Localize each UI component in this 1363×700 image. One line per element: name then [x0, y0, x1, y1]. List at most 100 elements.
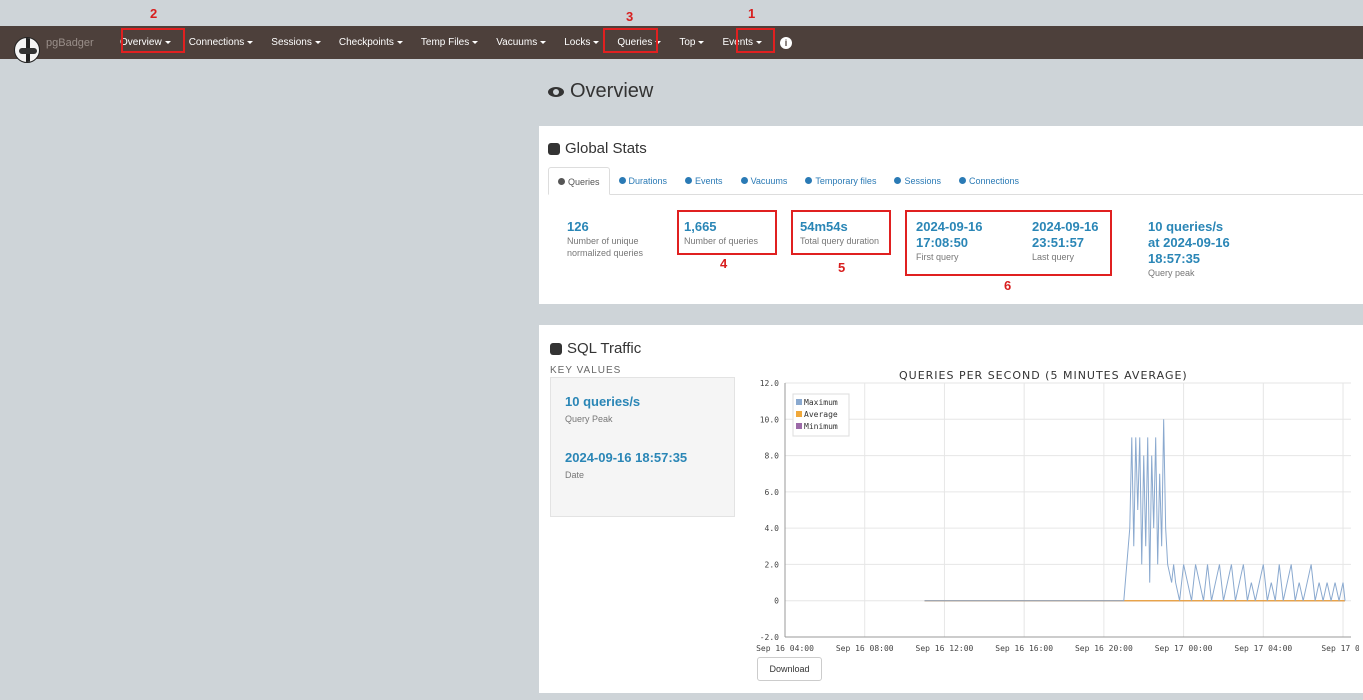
key-values-box: 10 queries/s Query Peak 2024-09-16 18:57…	[550, 377, 735, 517]
tab-temporary-files[interactable]: Temporary files	[796, 167, 885, 195]
caret-down-icon	[756, 41, 763, 44]
last-query-time: 23:51:57	[1032, 235, 1085, 250]
tab-label: Temporary files	[815, 176, 877, 186]
tab-vacuums[interactable]: Vacuums	[732, 167, 797, 195]
annotation-number: 5	[838, 260, 846, 275]
series-line-maximum	[924, 419, 1346, 602]
caret-down-icon	[314, 41, 321, 44]
peak-date-value: 2024-09-16 18:57:35	[565, 450, 688, 465]
last-query-date: 2024-09-16	[1032, 219, 1099, 234]
nav-label: Temp Files	[420, 37, 470, 48]
key-values-label: KEY VALUES	[550, 365, 622, 376]
brand-name: pgBadger	[46, 36, 94, 49]
unique-queries-label: Number of unique	[567, 236, 639, 246]
nav-sessions[interactable]: Sessions	[265, 33, 327, 52]
stat-query-peak: 10 queries/s at 2024-09-16 18:57:35 Quer…	[1148, 219, 1230, 279]
num-queries-label: Number of queries	[684, 236, 759, 246]
nav-label: Sessions	[271, 37, 312, 48]
download-button[interactable]: Download	[757, 657, 822, 681]
tab-queries[interactable]: Queries	[548, 167, 610, 195]
nav-locks[interactable]: Locks	[558, 33, 605, 52]
caret-down-icon	[396, 41, 403, 44]
nav-label: Overview	[120, 37, 162, 48]
unique-queries-value: 126	[567, 219, 589, 234]
query-peak-line2: at 2024-09-16	[1148, 235, 1230, 250]
nav-queries[interactable]: Queries	[611, 33, 667, 52]
y-tick-label: 4.0	[765, 524, 780, 533]
caret-down-icon	[698, 41, 705, 44]
x-tick-label: Sep 16 08:00	[836, 644, 894, 653]
tab-icon	[805, 177, 813, 184]
first-query-time: 17:08:50	[916, 235, 969, 250]
caret-down-icon	[655, 41, 662, 44]
x-tick-label: Sep 16 20:00	[1075, 644, 1133, 653]
tab-label: Queries	[568, 177, 600, 187]
last-query-label: Last query	[1032, 252, 1075, 262]
nav-overview[interactable]: Overview	[114, 33, 177, 52]
tab-icon	[740, 177, 748, 184]
annotation-number: 4	[720, 256, 728, 271]
dashboard-icon	[548, 142, 560, 155]
x-tick-label: Sep 16 04:00	[756, 644, 814, 653]
nav-label: Queries	[617, 37, 653, 48]
stat-num-queries: 1,665 Number of queries	[684, 219, 758, 247]
tab-label: Durations	[628, 176, 668, 186]
y-tick-label: 6.0	[765, 488, 780, 497]
first-query-date: 2024-09-16	[916, 219, 983, 234]
eye-icon	[548, 86, 564, 97]
peak-date-caption: Date	[565, 470, 585, 480]
total-duration-value: 54m54s	[800, 219, 848, 234]
nav-label: Events	[722, 37, 754, 48]
legend-label: Maximum	[804, 398, 838, 407]
top-navbar: pgBadger Overview Connections Sessions Chec…	[0, 26, 1363, 63]
caret-down-icon	[247, 41, 254, 44]
stat-first-query: 2024-09-16 17:08:50 First query	[916, 219, 983, 263]
x-tick-label: Sep 16 16:00	[995, 644, 1053, 653]
nav-label: Connections	[188, 37, 245, 48]
sql-traffic-title: SQL Traffic	[550, 340, 641, 357]
nav-top[interactable]: Top	[673, 33, 710, 52]
queries-per-second-chart: 12.0 10.0 8.0 6.0 4.0 2.0 0 -2.0 Sep 16 04:00 Sep…	[756, 379, 1359, 653]
tab-events[interactable]: Events	[676, 167, 732, 195]
query-peak-line3: 18:57:35	[1148, 251, 1201, 266]
tab-durations[interactable]: Durations	[610, 167, 677, 195]
caret-down-icon	[472, 41, 479, 44]
tab-icon	[894, 177, 902, 184]
tab-connections[interactable]: Connections	[950, 167, 1028, 195]
stat-unique-queries: 126 Number of unique normalized queries	[567, 219, 643, 259]
query-peak-line1: 10 queries/s	[1148, 219, 1224, 234]
y-tick-label: 0	[774, 597, 779, 606]
brand-logo[interactable]: pgBadger	[14, 23, 114, 63]
query-peak-caption: Query Peak	[565, 414, 613, 424]
nav-connections[interactable]: Connections	[183, 33, 260, 52]
caret-down-icon	[540, 41, 547, 44]
caret-down-icon	[164, 41, 171, 44]
stat-total-duration: 54m54s Total query duration	[800, 219, 879, 247]
nav-events[interactable]: Events	[716, 33, 768, 52]
tab-sessions[interactable]: Sessions	[885, 167, 950, 195]
nav-label: Vacuums	[496, 37, 538, 48]
tab-label: Events	[695, 176, 723, 186]
y-tick-label: 8.0	[765, 452, 780, 461]
legend-label: Average	[804, 410, 838, 419]
main-nav: Overview Connections Sessions Checkpoints Te…	[114, 33, 774, 52]
tab-label: Sessions	[904, 176, 941, 186]
x-tick-label: Sep 17 08	[1321, 644, 1359, 653]
global-stats-tabs: Queries Durations Events Vacuums Temporary f…	[548, 167, 1363, 195]
global-stats-title: Global Stats	[548, 140, 647, 157]
nav-label: Locks	[564, 37, 591, 48]
nav-checkpoints[interactable]: Checkpoints	[333, 33, 409, 52]
caret-down-icon	[593, 41, 600, 44]
num-queries-value: 1,665	[684, 219, 717, 234]
badger-icon	[14, 36, 40, 63]
nav-temp-files[interactable]: Temp Files	[415, 33, 484, 52]
tab-icon	[558, 178, 565, 185]
y-tick-label: 10.0	[760, 415, 779, 424]
y-tick-label: 12.0	[760, 379, 779, 388]
first-query-label: First query	[916, 252, 959, 262]
sql-traffic-title-text: SQL Traffic	[567, 340, 642, 357]
nav-vacuums[interactable]: Vacuums	[490, 33, 552, 52]
info-icon[interactable]: i	[780, 36, 793, 49]
tab-icon	[685, 177, 693, 184]
annotation-number: 6	[1004, 278, 1012, 293]
